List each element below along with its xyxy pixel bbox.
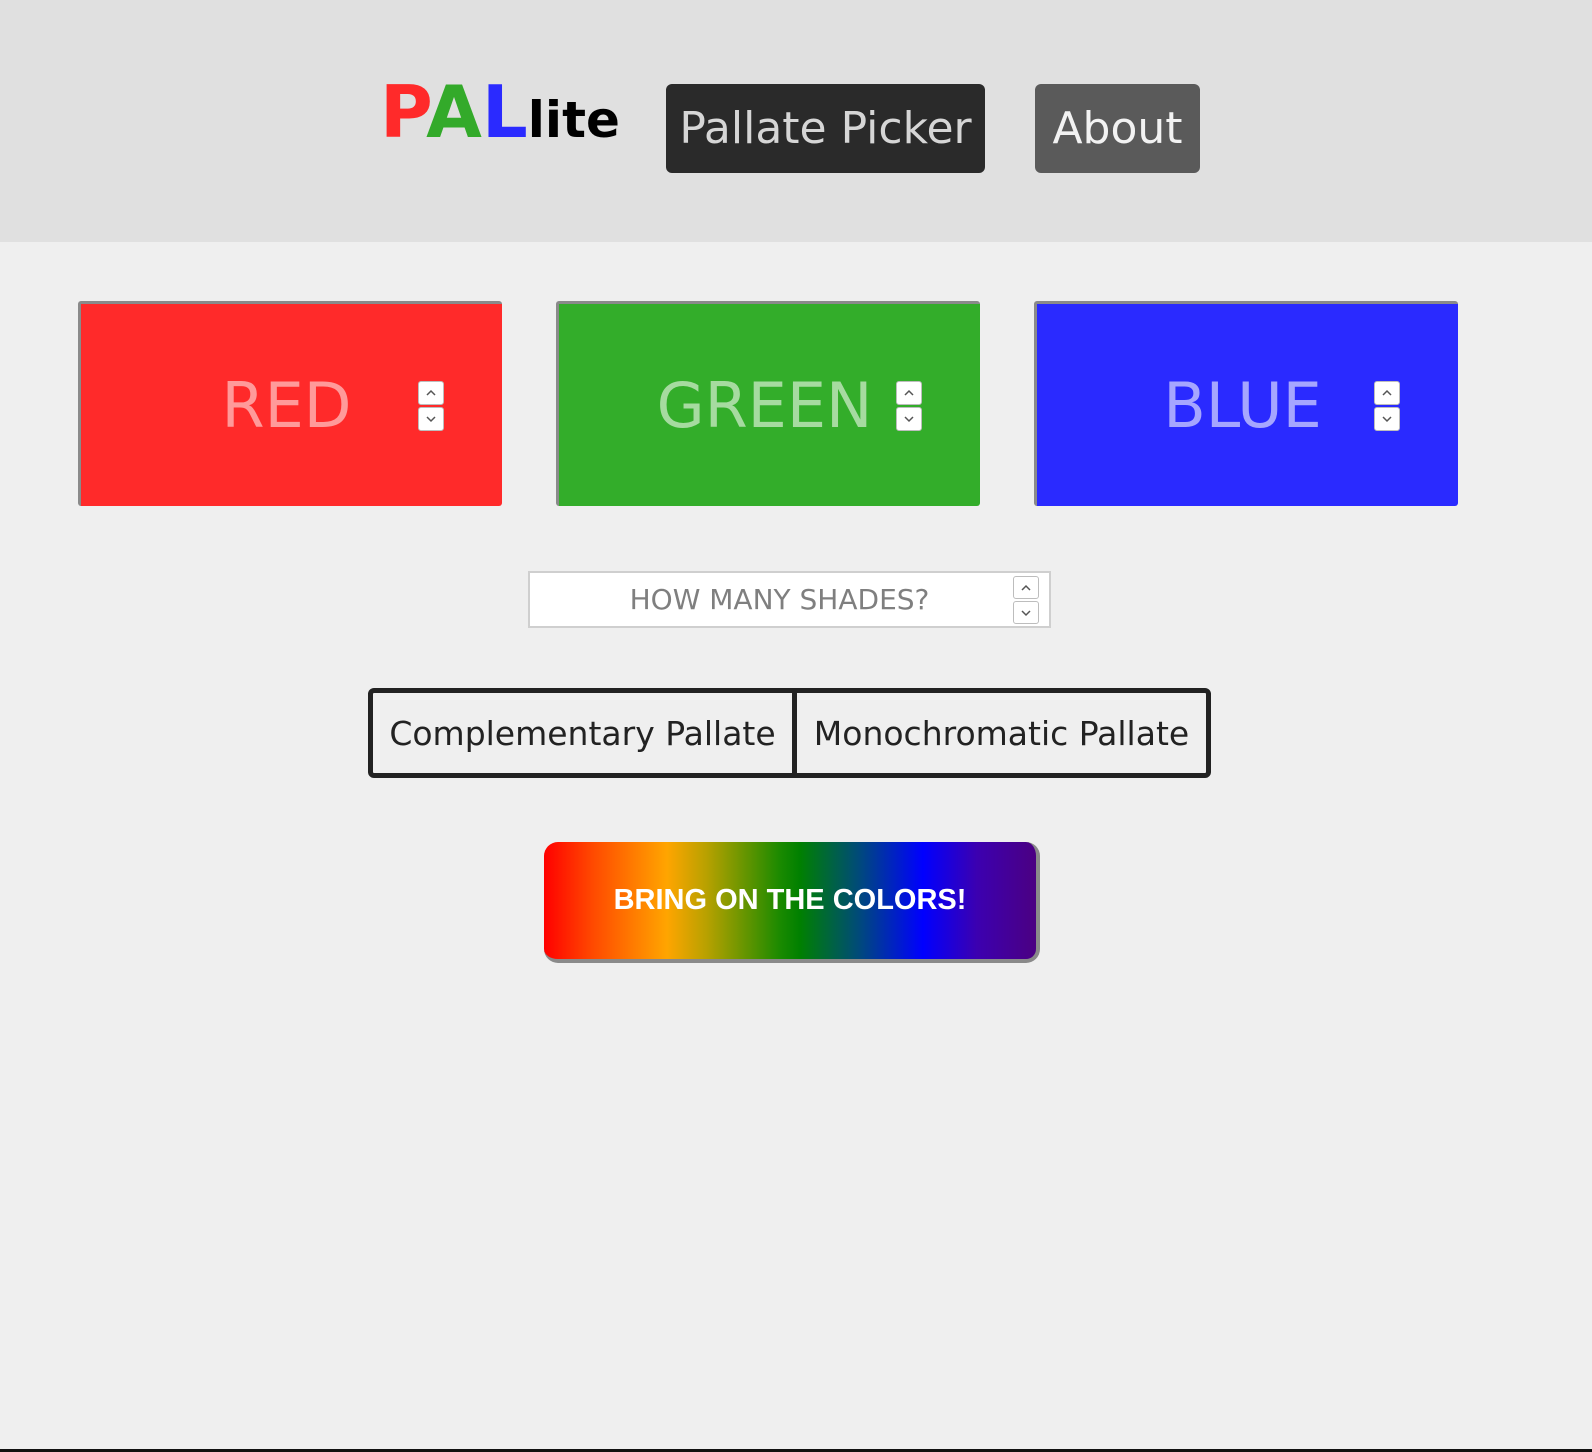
logo-suffix: lite (527, 91, 620, 149)
red-input[interactable]: RED (78, 301, 502, 506)
complementary-pallate-button[interactable]: Complementary Pallate (373, 693, 797, 773)
monochromatic-pallate-button[interactable]: Monochromatic Pallate (797, 693, 1206, 773)
about-button[interactable]: About (1035, 84, 1200, 173)
red-stepper[interactable] (418, 381, 444, 431)
chevron-down-icon[interactable] (896, 407, 922, 431)
logo: PALlite (380, 76, 620, 148)
shades-input[interactable]: HOW MANY SHADES? (528, 571, 1051, 628)
logo-letter-l: L (481, 70, 528, 154)
page: PALlite Pallate Picker About RED GREEN B… (0, 0, 1592, 1452)
chevron-up-icon[interactable] (896, 381, 922, 405)
chevron-down-icon[interactable] (418, 407, 444, 431)
green-stepper[interactable] (896, 381, 922, 431)
red-placeholder: RED (221, 368, 352, 442)
chevron-down-icon[interactable] (1013, 601, 1039, 624)
blue-placeholder: BLUE (1163, 368, 1322, 442)
blue-input[interactable]: BLUE (1034, 301, 1458, 506)
bring-on-the-colors-button[interactable]: BRING ON THE COLORS! (544, 842, 1040, 963)
chevron-up-icon[interactable] (418, 381, 444, 405)
shades-stepper[interactable] (1013, 576, 1039, 624)
logo-letter-p: P (380, 70, 427, 154)
chevron-down-icon[interactable] (1374, 407, 1400, 431)
green-input[interactable]: GREEN (556, 301, 980, 506)
blue-stepper[interactable] (1374, 381, 1400, 431)
header: PALlite Pallate Picker About (0, 0, 1592, 242)
green-placeholder: GREEN (656, 368, 873, 442)
chevron-up-icon[interactable] (1374, 381, 1400, 405)
pallate-picker-button[interactable]: Pallate Picker (666, 84, 985, 173)
shades-placeholder: HOW MANY SHADES? (629, 583, 930, 616)
palette-type-group: Complementary Pallate Monochromatic Pall… (368, 688, 1211, 778)
logo-letter-a: A (426, 70, 482, 154)
chevron-up-icon[interactable] (1013, 576, 1039, 599)
